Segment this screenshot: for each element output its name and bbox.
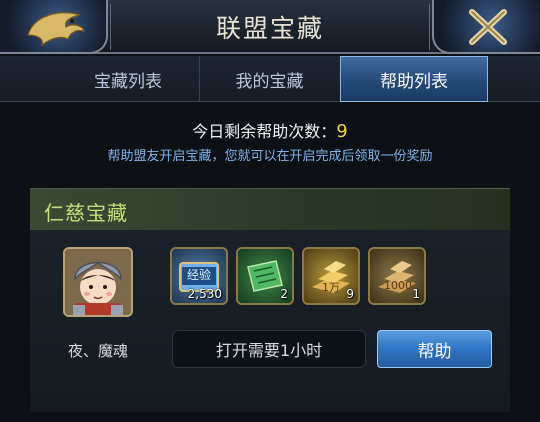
player-name: 夜、魔魂 xyxy=(67,342,128,360)
tab-bar: 宝藏列表 我的宝藏 帮助列表 xyxy=(0,56,540,102)
reward-item[interactable]: 2 xyxy=(236,247,294,305)
reward-quantity: 2,530 xyxy=(187,287,222,301)
treasure-panel-header: 仁慈宝藏 xyxy=(30,188,510,230)
reward-quantity: 9 xyxy=(346,287,354,301)
close-icon xyxy=(469,9,507,45)
tab-help-list[interactable]: 帮助列表 xyxy=(340,56,488,102)
remaining-help-line: 今日剩余帮助次数：9 xyxy=(0,118,540,142)
treasure-title: 仁慈宝藏 xyxy=(44,201,128,225)
remaining-help-count: 9 xyxy=(336,121,348,142)
reward-item[interactable]: 经验 2,530 xyxy=(170,247,228,305)
tab-treasure-list[interactable]: 宝藏列表 xyxy=(58,56,198,102)
reward-badge: 经验 xyxy=(186,268,211,282)
open-time-status: 打开需要1小时 xyxy=(172,330,366,368)
reward-quantity: 2 xyxy=(280,287,288,301)
reward-item[interactable]: 1000 1 xyxy=(368,247,426,305)
reward-badge: 1000 xyxy=(384,279,412,292)
tab-my-treasure[interactable]: 我的宝藏 xyxy=(199,56,339,102)
reward-item[interactable]: 1万 9 xyxy=(302,247,360,305)
help-button[interactable]: 帮助 xyxy=(377,330,492,368)
player-avatar[interactable] xyxy=(63,247,133,317)
avatar-portrait xyxy=(65,249,131,315)
dragon-emblem-icon xyxy=(27,12,85,47)
close-button[interactable] xyxy=(432,0,540,54)
remaining-help-label: 今日剩余帮助次数： xyxy=(192,122,337,141)
alliance-emblem-button[interactable] xyxy=(0,0,108,54)
reward-badge: 1万 xyxy=(322,281,340,294)
reward-quantity: 1 xyxy=(412,287,420,301)
help-description: 帮助盟友开启宝藏，您就可以在开启完成后领取一份奖励 xyxy=(107,149,433,164)
header-bar: 联盟宝藏 xyxy=(0,0,540,54)
